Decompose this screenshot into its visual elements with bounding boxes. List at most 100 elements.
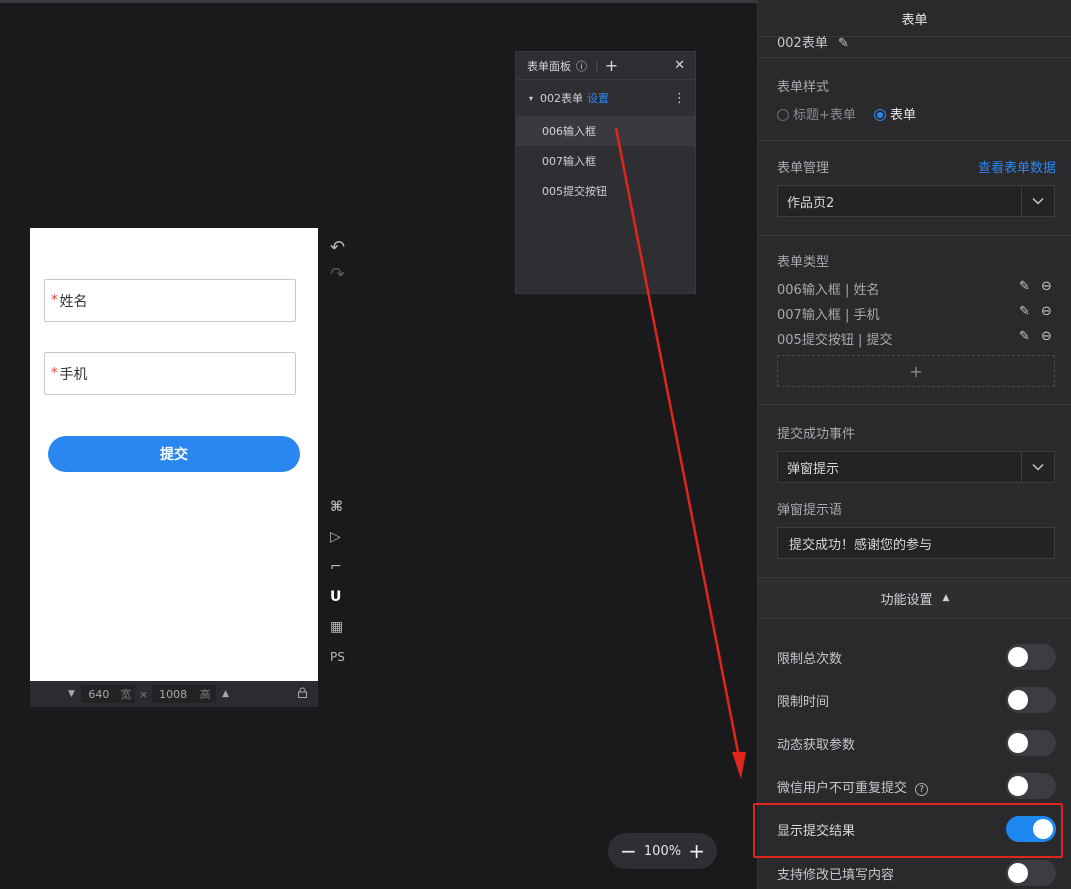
edit-icon[interactable]: ✎ <box>838 36 849 51</box>
limit-total-toggle[interactable] <box>1006 644 1056 670</box>
limit-time-toggle[interactable] <box>1006 687 1056 713</box>
canvas-tools: ⌘ ▷ ⌐ U ▦ PS <box>330 492 345 672</box>
radio-form[interactable]: 表单 <box>874 108 916 123</box>
form-style-options: 标题+表单 表单 <box>777 104 916 123</box>
view-form-data-link[interactable]: 查看表单数据 <box>978 157 1056 176</box>
play-icon[interactable]: ▷ <box>330 522 345 552</box>
name-input-field[interactable]: * 姓名 <box>44 279 296 322</box>
form-tree-root-name: 002表单 <box>540 92 584 105</box>
more-icon[interactable]: ⋮ <box>673 91 686 106</box>
field-label: 姓名 <box>59 293 88 310</box>
caret-up-icon[interactable]: ▲ <box>222 689 229 699</box>
width-input[interactable]: 640 <box>80 685 117 703</box>
required-mark: * <box>51 366 58 381</box>
dynamic-params-toggle[interactable] <box>1006 730 1056 756</box>
toggle-label: 支持修改已填写内容 <box>777 868 895 883</box>
page-select[interactable]: 作品页2 <box>777 185 1055 217</box>
panel-title-text: 表单 <box>901 12 928 28</box>
zoom-level: 100% <box>643 843 682 859</box>
wechat-no-repeat-toggle[interactable] <box>1006 773 1056 799</box>
command-icon[interactable]: ⌘ <box>330 492 345 522</box>
field-label: 手机 <box>59 366 88 383</box>
properties-panel: 表单 002表单 ✎ 表单样式 标题+表单 表单 表单管理 查看表单数据 作品页… <box>757 0 1071 889</box>
remove-icon[interactable]: ⊖ <box>1041 304 1052 319</box>
form-panel-header: 表单面板 ⓘ | + ✕ <box>516 52 695 80</box>
features-header-text: 功能设置 <box>880 592 933 608</box>
collapse-icon[interactable]: ▲ <box>943 593 950 603</box>
phone-input-field[interactable]: * 手机 <box>44 352 296 395</box>
success-event-select-value: 弹窗提示 <box>787 461 840 477</box>
redo-icon[interactable]: ↷ <box>330 262 345 286</box>
chevron-down-icon <box>1021 452 1054 482</box>
add-icon[interactable]: + <box>605 56 618 75</box>
remove-icon[interactable]: ⊖ <box>1041 279 1052 294</box>
form-tree-item[interactable]: 005提交按钮 <box>516 176 695 206</box>
submit-button[interactable]: 提交 <box>48 436 300 472</box>
radio-title-form[interactable]: 标题+表单 <box>777 108 856 123</box>
history-tools: ↶ ↷ <box>330 232 345 286</box>
form-type-label: 表单类型 <box>777 255 830 270</box>
popup-text-label: 弹窗提示语 <box>777 503 843 518</box>
form-type-item: 007输入框 | 手机 ✎ ⊖ <box>777 304 1055 323</box>
form-type-item-label: 007输入框 | 手机 <box>777 308 880 323</box>
phone-canvas[interactable]: * 姓名 * 手机 提交 <box>30 228 318 681</box>
zoom-out-button[interactable]: − <box>620 839 637 863</box>
edit-icon[interactable]: ✎ <box>1019 329 1030 344</box>
form-tree-item-label: 005提交按钮 <box>542 185 607 198</box>
edit-icon[interactable]: ✎ <box>1019 304 1030 319</box>
caret-down-icon[interactable]: ▼ <box>68 689 75 699</box>
ps-icon[interactable]: PS <box>330 642 345 672</box>
lock-icon[interactable] <box>297 687 308 701</box>
form-tree-item-label: 006输入框 <box>542 125 596 138</box>
settings-link[interactable]: 设置 <box>587 90 609 106</box>
help-icon[interactable]: ? <box>915 783 929 796</box>
form-name-row: 002表单 ✎ <box>777 32 849 51</box>
form-tree-item-label: 007输入框 <box>542 155 596 168</box>
close-icon[interactable]: ✕ <box>674 58 685 73</box>
toggle-label: 动态获取参数 <box>777 738 856 753</box>
info-icon[interactable]: ⓘ <box>576 58 587 74</box>
height-input[interactable]: 1008 <box>152 685 195 703</box>
magnet-icon[interactable]: U <box>330 582 345 612</box>
width-unit: 宽 <box>116 685 135 703</box>
form-panel-title: 表单面板 <box>527 59 571 73</box>
add-form-type-button[interactable]: + <box>777 355 1055 387</box>
form-type-item-label: 006输入框 | 姓名 <box>777 283 880 298</box>
divider <box>758 57 1071 58</box>
success-event-select[interactable]: 弹窗提示 <box>777 451 1055 483</box>
popup-text-input[interactable]: 提交成功！感谢您的参与 <box>777 527 1055 559</box>
features-header[interactable]: 功能设置 ▲ <box>758 577 1071 619</box>
caret-down-icon[interactable]: ▾ <box>529 94 533 103</box>
zoom-control: − 100% + <box>608 833 717 869</box>
allow-edit-toggle[interactable] <box>1006 860 1056 886</box>
form-tree-item[interactable]: 007输入框 <box>516 146 695 176</box>
required-mark: * <box>51 293 58 308</box>
divider <box>758 140 1071 141</box>
toggle-label: 限制时间 <box>777 695 830 710</box>
form-name: 002表单 <box>777 36 828 51</box>
divider <box>758 235 1071 236</box>
form-type-item: 005提交按钮 | 提交 ✎ ⊖ <box>777 329 1055 348</box>
divider <box>758 404 1071 405</box>
form-type-item-label: 005提交按钮 | 提交 <box>777 333 893 348</box>
grid-icon[interactable]: ▦ <box>330 612 345 642</box>
canvas-size-bar: ▼ 640 宽 × 1008 高 ▲ <box>30 681 318 707</box>
edit-icon[interactable]: ✎ <box>1019 279 1030 294</box>
highlight-box <box>753 803 1063 858</box>
form-tree-item[interactable]: 006输入框 <box>516 116 695 146</box>
form-tree-root[interactable]: ▾ 002表单 设置 ⋮ <box>516 80 695 116</box>
times-icon: × <box>138 687 149 701</box>
ruler-icon[interactable]: ⌐ <box>330 552 345 582</box>
undo-icon[interactable]: ↶ <box>330 232 345 262</box>
zoom-in-button[interactable]: + <box>688 839 705 863</box>
form-style-label: 表单样式 <box>777 80 830 95</box>
chevron-down-icon <box>1021 186 1054 216</box>
form-type-item: 006输入框 | 姓名 ✎ ⊖ <box>777 279 1055 298</box>
form-management-label: 表单管理 <box>777 161 830 176</box>
remove-icon[interactable]: ⊖ <box>1041 329 1052 344</box>
toggle-label: 限制总次数 <box>777 652 843 667</box>
form-panel: 表单面板 ⓘ | + ✕ ▾ 002表单 设置 ⋮ 006输入框 007输入框 … <box>515 51 696 294</box>
height-unit: 高 <box>194 685 217 703</box>
page-select-value: 作品页2 <box>787 195 835 211</box>
success-event-label: 提交成功事件 <box>777 427 856 442</box>
